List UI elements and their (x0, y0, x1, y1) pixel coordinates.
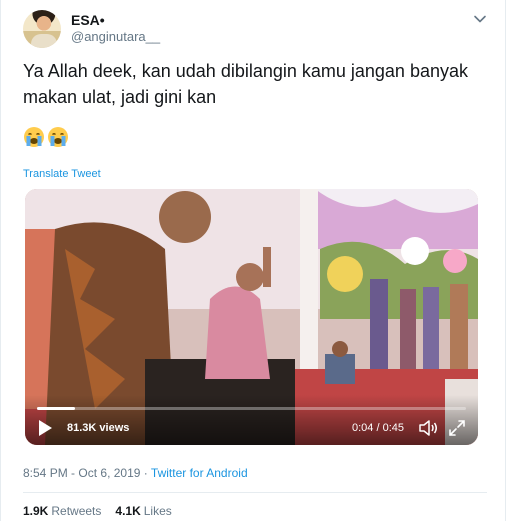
tweet-meta: 8:54 PM - Oct 6, 2019 · Twitter for Andr… (23, 466, 248, 480)
retweets-count: 1.9K (23, 504, 49, 518)
tweet-date[interactable]: Oct 6, 2019 (78, 466, 140, 480)
tweet-time[interactable]: 8:54 PM (23, 466, 68, 480)
fullscreen-icon[interactable] (448, 419, 466, 437)
video-progress-bar[interactable] (37, 407, 466, 410)
tweet-stats: 1.9K Retweets 4.1K Likes (23, 504, 172, 518)
retweets-label: Retweets (51, 504, 102, 518)
tweet-card: ESA• @anginutara__ Ya Allah deek, kan ud… (0, 0, 506, 521)
avatar[interactable] (23, 10, 61, 48)
video-progress-fill (37, 407, 76, 410)
tweet-header: ESA• @anginutara__ (23, 8, 487, 48)
crying-face-emoji-icon (24, 127, 44, 147)
user-name-block[interactable]: ESA• @anginutara__ (71, 12, 160, 45)
volume-icon[interactable] (418, 419, 438, 437)
user-handle[interactable]: @anginutara__ (71, 28, 160, 45)
meta-dot: · (143, 466, 148, 480)
display-name[interactable]: ESA• (71, 12, 160, 28)
divider (23, 492, 487, 493)
likes-label: Likes (143, 504, 172, 518)
video-player[interactable]: 81.3K views 0:04 / 0:45 (25, 189, 478, 445)
crying-face-emoji-icon (48, 127, 68, 147)
retweets-stat[interactable]: 1.9K Retweets (23, 504, 101, 518)
chevron-down-icon[interactable] (473, 12, 487, 26)
likes-count: 4.1K (115, 504, 141, 518)
likes-stat[interactable]: 4.1K Likes (115, 504, 171, 518)
tweet-source-link[interactable]: Twitter for Android (151, 466, 248, 480)
tweet-text: Ya Allah deek, kan udah dibilangin kamu … (23, 61, 468, 107)
emoji-row (23, 126, 69, 150)
video-controls: 81.3K views 0:04 / 0:45 (25, 395, 478, 445)
translate-tweet-link[interactable]: Translate Tweet (23, 168, 101, 180)
view-count: 81.3K views (67, 422, 130, 434)
play-icon[interactable] (37, 419, 53, 437)
video-time: 0:04 / 0:45 (352, 422, 404, 434)
